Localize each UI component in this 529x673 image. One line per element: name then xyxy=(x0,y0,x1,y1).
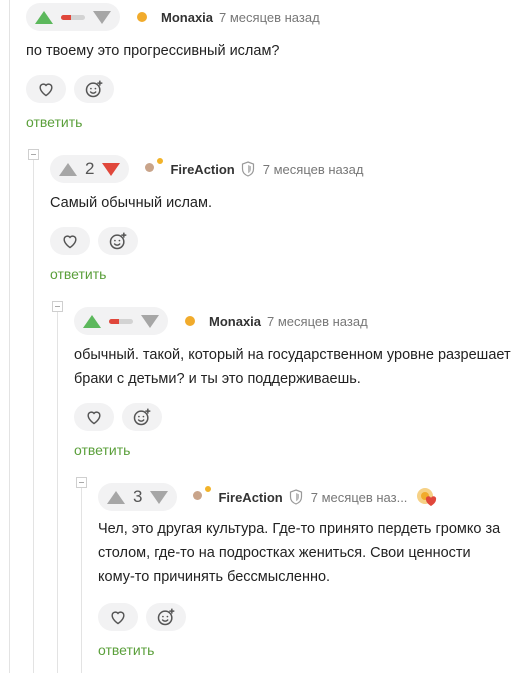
collapse-toggle[interactable] xyxy=(76,477,87,488)
shield-icon xyxy=(289,489,303,505)
avatar[interactable] xyxy=(180,311,200,331)
upvote-icon[interactable] xyxy=(35,10,53,24)
comment-actions xyxy=(50,227,146,255)
thread-line-level-2 xyxy=(33,160,34,673)
comment-text: обычный. такой, который на государственн… xyxy=(74,347,511,387)
heart-icon xyxy=(111,611,125,625)
comment-text: по твоему это прогрессивный ислам? xyxy=(26,43,280,59)
timestamp[interactable]: 7 месяцев назад xyxy=(267,314,368,329)
vote-ratio-bar xyxy=(61,14,85,20)
comment-header: 2 FireAction 7 месяцев назад xyxy=(50,155,363,183)
comment-header: Monaxia 7 месяцев назад xyxy=(74,307,368,335)
like-button[interactable] xyxy=(74,403,114,431)
smiley-add-icon xyxy=(157,608,175,626)
avatar[interactable] xyxy=(189,485,213,507)
downvote-icon[interactable] xyxy=(93,10,111,24)
vote-control: 2 xyxy=(50,155,130,183)
heart-icon xyxy=(39,83,53,97)
upvote-icon[interactable] xyxy=(83,314,101,328)
reply-link[interactable]: ответить xyxy=(50,266,106,282)
comment-header: Monaxia 7 месяцев назад xyxy=(26,3,320,31)
add-reaction-button[interactable] xyxy=(146,603,186,631)
comment-rating: 2 xyxy=(85,159,95,178)
username[interactable]: FireAction xyxy=(218,490,282,505)
heart-award-icon[interactable] xyxy=(416,486,438,508)
comment-actions xyxy=(74,403,170,431)
vote-control xyxy=(26,3,120,31)
comment-text: Чел, это другая культура. Где-то принято… xyxy=(98,521,501,585)
downvote-icon[interactable] xyxy=(150,490,169,504)
like-button[interactable] xyxy=(26,75,66,103)
vote-ratio-bar xyxy=(109,318,133,324)
timestamp[interactable]: 7 месяцев наз... xyxy=(311,490,408,505)
username[interactable]: FireAction xyxy=(170,162,234,177)
timestamp[interactable]: 7 месяцев назад xyxy=(219,10,320,25)
heart-icon xyxy=(63,235,77,249)
add-reaction-button[interactable] xyxy=(98,227,138,255)
like-button[interactable] xyxy=(50,227,90,255)
avatar[interactable] xyxy=(141,157,165,179)
reply-link[interactable]: ответить xyxy=(26,114,82,130)
add-reaction-button[interactable] xyxy=(122,403,162,431)
reply-link[interactable]: ответить xyxy=(98,642,154,658)
upvote-icon[interactable] xyxy=(107,490,125,504)
comment-actions xyxy=(26,75,122,103)
comment-rating: 3 xyxy=(133,487,143,506)
smiley-add-icon xyxy=(133,408,151,426)
comment-header: 3 FireAction 7 месяцев наз... xyxy=(98,483,407,511)
thread-line-level-4 xyxy=(81,488,82,673)
thread-line-level-3 xyxy=(57,312,58,673)
shield-icon xyxy=(241,161,255,177)
username[interactable]: Monaxia xyxy=(161,10,213,25)
username[interactable]: Monaxia xyxy=(209,314,261,329)
avatar[interactable] xyxy=(132,7,152,27)
vote-control: 3 xyxy=(98,483,178,511)
reply-link[interactable]: ответить xyxy=(74,442,130,458)
comment-text: Самый обычный ислам. xyxy=(50,195,212,211)
downvote-icon[interactable] xyxy=(141,314,159,328)
smiley-add-icon xyxy=(85,80,103,98)
collapse-toggle[interactable] xyxy=(52,301,63,312)
comment-actions xyxy=(98,603,194,631)
smiley-add-icon xyxy=(109,232,127,250)
upvote-icon[interactable] xyxy=(59,162,77,176)
collapse-toggle[interactable] xyxy=(28,149,39,160)
heart-icon xyxy=(87,411,101,425)
vote-control xyxy=(74,307,168,335)
like-button[interactable] xyxy=(98,603,138,631)
add-reaction-button[interactable] xyxy=(74,75,114,103)
timestamp[interactable]: 7 месяцев назад xyxy=(263,162,364,177)
downvote-icon[interactable] xyxy=(102,162,121,176)
thread-line-level-1 xyxy=(9,0,10,673)
